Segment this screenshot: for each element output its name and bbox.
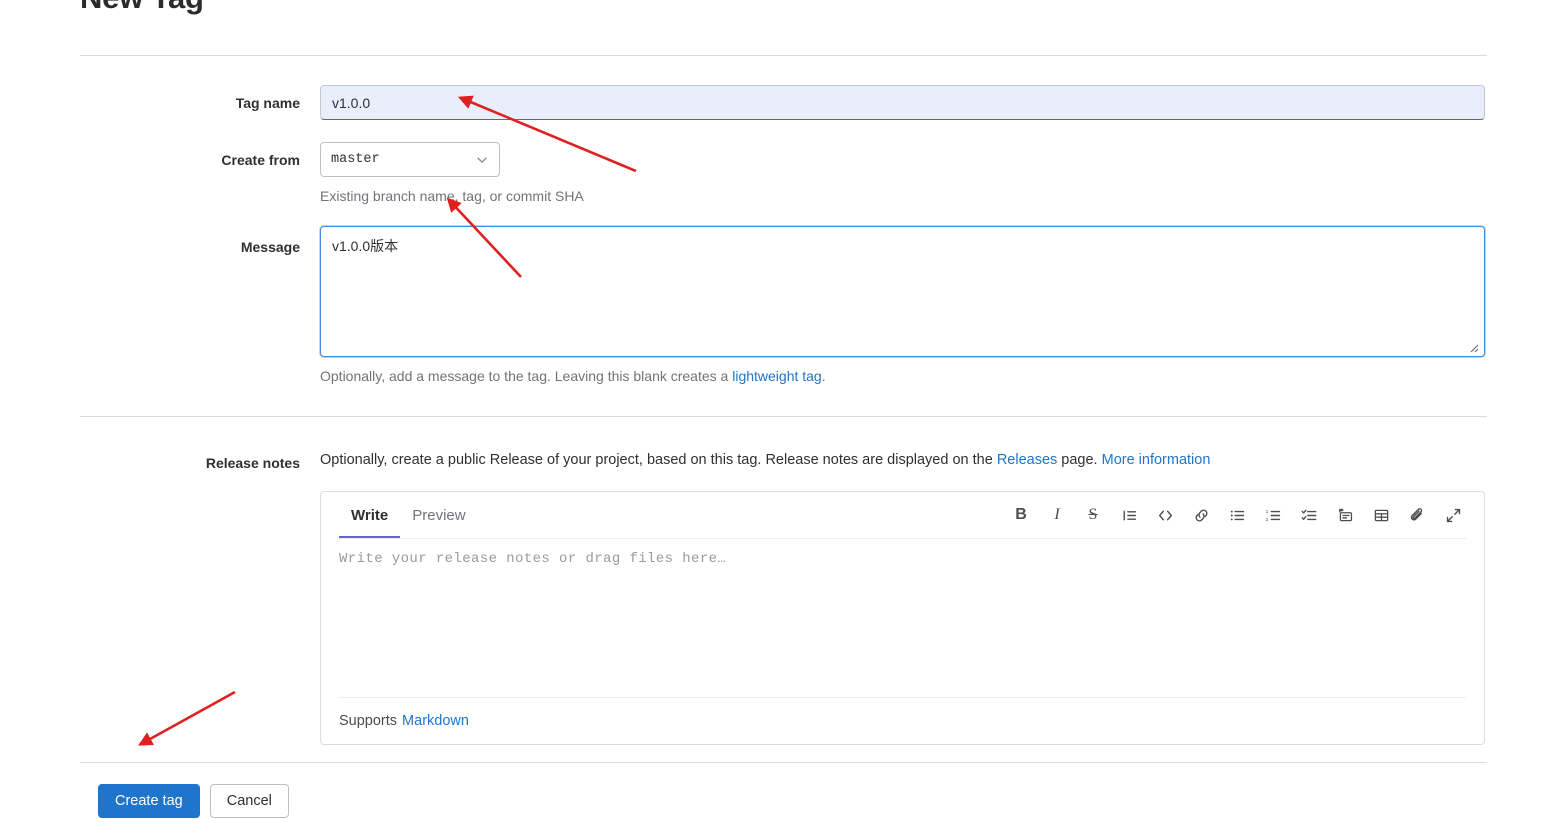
message-hint-prefix: Optionally, add a message to the tag. Le… — [320, 368, 733, 384]
code-icon[interactable] — [1152, 502, 1178, 528]
bold-icon[interactable]: B — [1008, 502, 1034, 528]
tab-preview[interactable]: Preview — [400, 493, 477, 539]
create-from-label: Create from — [221, 152, 300, 168]
divider-middle — [80, 416, 1487, 417]
chevron-down-icon — [475, 153, 489, 167]
create-from-select[interactable]: master — [320, 142, 500, 177]
form-actions: Create tag Cancel — [98, 784, 289, 818]
divider-top — [80, 55, 1487, 56]
table-icon[interactable] — [1368, 502, 1394, 528]
more-information-link[interactable]: More information — [1102, 452, 1211, 468]
create-from-select-box[interactable]: master — [320, 142, 500, 177]
strikethrough-icon[interactable]: S — [1080, 502, 1106, 528]
quote-icon[interactable] — [1116, 502, 1142, 528]
link-icon[interactable] — [1188, 502, 1214, 528]
lightweight-tag-link[interactable]: lightweight tag — [732, 368, 822, 384]
supports-markdown-text: Supports — [339, 713, 398, 729]
message-hint: Optionally, add a message to the tag. Le… — [320, 368, 826, 384]
release-notes-description: Optionally, create a public Release of y… — [320, 452, 1210, 468]
message-hint-suffix: . — [821, 368, 826, 384]
divider-bottom — [80, 762, 1487, 763]
collapsible-section-icon[interactable] — [1332, 502, 1358, 528]
attachment-icon[interactable] — [1404, 502, 1430, 528]
numbered-list-icon[interactable]: 1 2 — [1260, 502, 1286, 528]
release-notes-editor: Write Preview B I S 1 2 Write your relea… — [320, 491, 1485, 745]
editor-tabs: Write Preview — [339, 492, 478, 539]
create-from-hint: Existing branch name, tag, or commit SHA — [320, 188, 584, 204]
italic-icon[interactable]: I — [1044, 502, 1070, 528]
new-tag-page: New Tag Tag name Create from master Exis… — [0, 0, 1567, 819]
release-desc-part1: Optionally, create a public Release of y… — [320, 452, 997, 468]
fullscreen-icon[interactable] — [1440, 502, 1466, 528]
page-title: New Tag — [80, 0, 204, 18]
tab-write[interactable]: Write — [339, 493, 401, 539]
release-desc-part2: page. — [1057, 452, 1102, 468]
cancel-button[interactable]: Cancel — [209, 784, 289, 818]
release-notes-label: Release notes — [205, 455, 300, 471]
svg-text:1: 1 — [1265, 508, 1268, 514]
releases-link[interactable]: Releases — [997, 452, 1057, 468]
markdown-link[interactable]: Markdown — [402, 713, 469, 729]
message-textarea[interactable] — [320, 226, 1485, 357]
editor-toolbar: B I S 1 2 — [1008, 492, 1466, 538]
message-label: Message — [240, 239, 300, 255]
editor-header: Write Preview B I S 1 2 — [321, 492, 1484, 539]
svg-text:2: 2 — [1265, 517, 1268, 523]
arrow-to-create-tag-button — [138, 690, 236, 746]
editor-footer: Supports Markdown — [339, 697, 1466, 744]
editor-body[interactable]: Write your release notes or drag files h… — [321, 539, 1484, 697]
tag-name-input[interactable] — [320, 85, 1485, 120]
create-from-value: master — [331, 152, 380, 167]
tag-name-label: Tag name — [235, 95, 300, 111]
create-tag-button[interactable]: Create tag — [98, 784, 200, 818]
release-notes-placeholder: Write your release notes or drag files h… — [339, 551, 727, 567]
bulleted-list-icon[interactable] — [1224, 502, 1250, 528]
task-list-icon[interactable] — [1296, 502, 1322, 528]
